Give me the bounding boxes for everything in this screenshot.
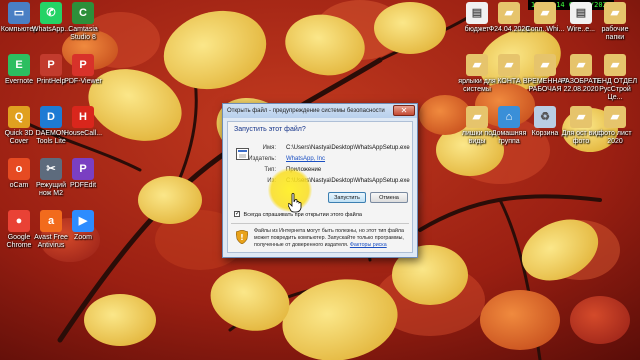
security-warning-text: Файлы из Интернета могут быть полезны, н… bbox=[254, 228, 410, 249]
folder-icon: ▰ bbox=[498, 54, 520, 76]
field-row-publisher: Издатель: WhatsApp, Inc bbox=[228, 155, 412, 164]
dialog-question: Запустить этот файл? bbox=[234, 126, 306, 133]
pdfedit-icon: P bbox=[72, 158, 94, 180]
shield-warning-icon: ! bbox=[236, 230, 248, 244]
desktop-shortcut-label: HouseCall... bbox=[63, 130, 103, 137]
folder-icon: ▰ bbox=[604, 54, 626, 76]
zoom-icon: ▶ bbox=[72, 210, 94, 232]
folder-icon: ▰ bbox=[570, 54, 592, 76]
quick3dcover-icon: Q bbox=[8, 106, 30, 128]
printhelp-icon: P bbox=[40, 54, 62, 76]
dialog-titlebar[interactable]: Открыть файл - предупреждение системы бе… bbox=[223, 104, 417, 118]
recycle-bin-icon: ♻ bbox=[534, 106, 556, 128]
field-label: Имя: bbox=[262, 145, 276, 151]
desktop-shortcut[interactable]: ▰ рабочие папки bbox=[592, 2, 638, 42]
folder-icon: ▰ bbox=[466, 106, 488, 128]
publisher-link[interactable]: WhatsApp, Inc bbox=[286, 155, 325, 164]
desktop-shortcut[interactable]: C Camtasia Studio 8 bbox=[60, 2, 106, 42]
folder-icon: ▰ bbox=[466, 54, 488, 76]
run-button[interactable]: Запустить bbox=[328, 192, 366, 203]
desktop-shortcut-label: Camtasia Studio 8 bbox=[68, 26, 98, 41]
folder-icon: ▰ bbox=[570, 106, 592, 128]
folder-icon: ▰ bbox=[604, 106, 626, 128]
avast-icon: a bbox=[40, 210, 62, 232]
desktop-shortcut[interactable]: ▰ фото лист 2020 bbox=[592, 106, 638, 146]
evernote-icon: E bbox=[8, 54, 30, 76]
document-icon: ▤ bbox=[466, 2, 488, 24]
field-value: C:\Users\Nastya\Desktop\WhatsAppSetup.ex… bbox=[286, 145, 410, 151]
hand-cursor-icon bbox=[288, 193, 302, 213]
risk-factors-link[interactable]: Факторы риска bbox=[350, 242, 387, 248]
field-label: Издатель: bbox=[248, 156, 276, 162]
field-row-name: Имя: C:\Users\Nastya\Desktop\WhatsAppSet… bbox=[228, 144, 412, 153]
folder-icon: ▰ bbox=[604, 2, 626, 24]
security-warning-dialog: Открыть файл - предупреждение системы бе… bbox=[222, 103, 418, 258]
close-icon: ✕ bbox=[400, 106, 408, 115]
whatsapp-icon: ✆ bbox=[40, 2, 62, 24]
desktop-shortcut[interactable]: ▰ ТЕНД ОТДЕЛ РусСтрой Це... bbox=[592, 54, 638, 102]
desktop-shortcut-label: Zoom bbox=[74, 234, 92, 241]
desktop-shortcut-label: ТЕНД ОТДЕЛ РусСтрой Це... bbox=[592, 78, 638, 101]
ocam-icon: o bbox=[8, 158, 30, 180]
desktop-shortcut[interactable]: P PDFEdit bbox=[60, 158, 106, 190]
folder-icon: ▰ bbox=[498, 2, 520, 24]
computer-icon: ▭ bbox=[8, 2, 30, 24]
desktop-shortcut[interactable]: P PDF-Viewer bbox=[60, 54, 106, 86]
desktop-shortcut-label: PDF-Viewer bbox=[64, 78, 102, 85]
cancel-button[interactable]: Отмена bbox=[370, 192, 408, 203]
close-button[interactable]: ✕ bbox=[393, 105, 415, 116]
desktop-shortcut-label: рабочие папки bbox=[601, 26, 629, 41]
desktop-shortcut-label: фото лист 2020 bbox=[598, 130, 632, 145]
ask-always-checkbox[interactable]: ✓ bbox=[234, 210, 240, 217]
desktop-shortcut-label: PDFEdit bbox=[69, 182, 97, 189]
desktop-shortcut[interactable]: H HouseCall... bbox=[60, 106, 106, 138]
field-row-from: Из: C:\Users\Nastya\Desktop\WhatsAppSetu… bbox=[228, 177, 412, 186]
daemon-tools-icon: D bbox=[40, 106, 62, 128]
divider bbox=[231, 223, 409, 224]
chrome-icon: ● bbox=[8, 210, 30, 232]
desktop-shortcut[interactable]: ▶ Zoom bbox=[60, 210, 106, 242]
field-row-type: Тип: Приложение bbox=[228, 166, 412, 175]
dialog-body: Запустить этот файл? Имя: C:\Users\Nasty… bbox=[227, 121, 413, 253]
housecall-icon: H bbox=[72, 106, 94, 128]
cutter-icon: ✂ bbox=[40, 158, 62, 180]
dialog-title: Открыть файл - предупреждение системы бе… bbox=[227, 108, 385, 114]
homegroup-icon: ⌂ bbox=[498, 106, 520, 128]
camtasia-icon: C bbox=[72, 2, 94, 24]
folder-icon: ▰ bbox=[534, 2, 556, 24]
document-icon: ▤ bbox=[570, 2, 592, 24]
svg-text:!: ! bbox=[240, 233, 244, 242]
folder-icon: ▰ bbox=[534, 54, 556, 76]
pdf-viewer-icon: P bbox=[72, 54, 94, 76]
checkbox-label: Всегда спрашивать при открытии этого фай… bbox=[243, 212, 362, 218]
